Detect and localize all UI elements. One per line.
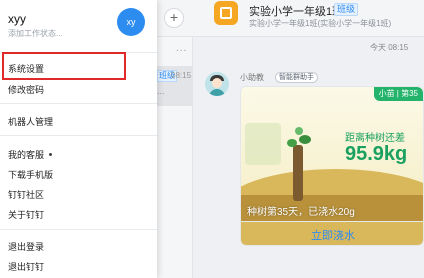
conversation-preview: ... [157,86,165,96]
settings-highlight-box [2,52,126,80]
tree-icon [293,145,303,201]
conversation-time: 08:15 [171,71,192,80]
menu-item-download-mobile[interactable]: 下载手机版 [8,168,53,181]
group-tag-badge: 班级 [334,3,359,16]
menu-item-logout[interactable]: 退出登录 [8,240,44,253]
menu-item-robot-management[interactable]: 机器人管理 [8,115,53,128]
menu-item-change-password[interactable]: 修改密码 [8,83,44,96]
message-time-divider: 今天 08:15 [370,43,409,52]
card-day-text: 种树第35天，已浇水20g [247,207,355,218]
tree-planting-card[interactable]: 小苗 | 第35 距离种树还差 95.9kg 种树第35天，已浇水20g 立即浇… [240,86,424,246]
add-plus-button[interactable]: + [164,8,184,28]
avatar[interactable]: xy [117,8,145,36]
card-divider [241,221,423,222]
user-name: xyy [8,12,26,26]
bot-badge: 智能群助手 [275,72,318,83]
group-avatar-icon[interactable] [214,1,238,25]
water-now-button[interactable]: 立即浇水 [241,227,423,243]
menu-item-my-service[interactable]: 我的客服 [8,148,44,161]
group-title[interactable]: 实验小学一年级1班 [249,3,343,19]
divider [0,135,157,136]
menu-item-quit[interactable]: 退出钉钉 [8,260,44,273]
user-status-input[interactable]: 添加工作状态... [8,28,63,39]
user-menu-panel: xyy 添加工作状态... xy 系统设置 修改密码 机器人管理 我的客服 下载… [0,0,157,278]
card-remaining-kg: 95.9kg [345,143,408,165]
card-distance-text: 距离种树还差 [345,133,405,144]
list-more-icon[interactable]: ... [176,43,187,54]
menu-item-community[interactable]: 钉钉社区 [8,188,44,201]
notification-dot-icon [49,153,52,156]
group-subtitle: 实验小学一年级1班(实验小学一年级1班) [249,19,392,28]
bot-avatar[interactable] [205,72,229,96]
menu-item-about[interactable]: 关于钉钉 [8,208,44,221]
divider [0,103,157,104]
card-label-badge: 小苗 | 第35 [373,87,423,101]
bot-name: 小助教 [240,73,264,82]
divider [0,229,157,230]
